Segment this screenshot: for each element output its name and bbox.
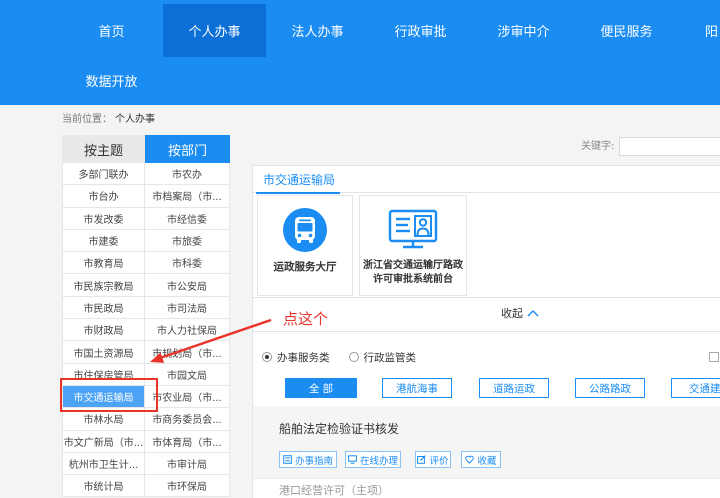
- department-item[interactable]: 市司法局: [145, 296, 230, 320]
- breadcrumb-label: 当前位置：: [62, 114, 112, 125]
- category-road-transport-button[interactable]: 道路运政: [479, 378, 549, 398]
- breadcrumb-current[interactable]: 个人办事: [115, 114, 155, 125]
- department-item[interactable]: 多部门联办: [63, 163, 145, 186]
- nav-item-personal-affairs[interactable]: 个人办事: [163, 4, 266, 57]
- app-label-line: 许可审批系统前台: [373, 274, 453, 285]
- list-item: 港口经营许可（主项）: [253, 478, 720, 498]
- main-panel: 市交通运输局 运政服务大厅 浙江省交通运输厅路政 许可审批系统前台 收起 办事服…: [252, 165, 720, 498]
- radio-label: 行政监管类: [363, 351, 417, 364]
- department-item[interactable]: 市台办: [63, 185, 145, 208]
- nav-item-convenience-services[interactable]: 便民服务: [575, 4, 678, 57]
- list-item: 船舶法定检验证书核发 办事指南 在线办理 评价 收藏: [253, 406, 720, 478]
- item-title[interactable]: 船舶法定检验证书核发: [279, 422, 399, 436]
- radio-supervision-type[interactable]: 行政监管类: [348, 350, 417, 365]
- collapse-toggle[interactable]: 收起: [501, 304, 539, 322]
- filter-area: 办事服务类 行政监管类 全 部 港航海事 道路运政 公路路政 交通建设: [253, 331, 720, 406]
- favorite-button[interactable]: 收藏: [461, 451, 501, 468]
- category-port-maritime-button[interactable]: 港航海事: [382, 378, 452, 398]
- nav-item-open-data[interactable]: 数据开放: [60, 57, 163, 103]
- department-item[interactable]: 市体育局（市...: [145, 430, 230, 453]
- department-item[interactable]: 市教育局: [63, 252, 145, 275]
- nav-item-home[interactable]: 首页: [60, 4, 163, 57]
- bus-icon: [283, 208, 327, 252]
- app-card-transport-service-hall[interactable]: 运政服务大厅: [257, 195, 353, 296]
- keyword-search-input[interactable]: [619, 137, 720, 156]
- department-item[interactable]: 市规划局（市...: [145, 341, 230, 364]
- collapse-label: 收起: [501, 307, 523, 320]
- department-list: 多部门联办 市农办 市台办 市档案局（市... 市发改委 市经信委 市建委 市旅…: [62, 163, 230, 498]
- tab-by-topic[interactable]: 按主题: [62, 135, 145, 163]
- action-label: 在线办理: [359, 455, 398, 467]
- radio-circle[interactable]: [262, 352, 272, 362]
- guide-button[interactable]: 办事指南: [279, 451, 337, 468]
- item-title[interactable]: 港口经营许可（主项）: [279, 484, 389, 498]
- item-actions: 办事指南 在线办理 评价 收藏: [279, 451, 509, 468]
- nav-row-primary: 首页 个人办事 法人办事 行政审批 涉审中介 便民服务 阳: [60, 4, 720, 57]
- action-label: 收藏: [477, 455, 497, 467]
- top-navigation: 首页 个人办事 法人办事 行政审批 涉审中介 便民服务 阳 数据开放: [0, 0, 720, 105]
- department-item[interactable]: 市科委: [145, 252, 230, 275]
- department-item[interactable]: 市民族宗教局: [63, 274, 145, 297]
- department-item[interactable]: 市建委: [63, 229, 145, 253]
- category-highway-admin-button[interactable]: 公路路政: [575, 378, 645, 398]
- annotation-highlight-box: [60, 378, 158, 412]
- department-item[interactable]: 市农办: [145, 163, 230, 186]
- department-item[interactable]: 市旅委: [145, 229, 230, 253]
- annotation-text: 点这个: [283, 310, 329, 328]
- department-item[interactable]: 市档案局（市...: [145, 185, 230, 208]
- nav-item-legal-person-affairs[interactable]: 法人办事: [266, 4, 369, 57]
- department-item[interactable]: 杭州市卫生计...: [63, 452, 145, 476]
- app-card-road-permit-system[interactable]: 浙江省交通运输厅路政 许可审批系统前台: [359, 195, 467, 296]
- app-label: 运政服务大厅: [273, 261, 337, 273]
- radio-circle[interactable]: [348, 352, 359, 362]
- radio-service-type[interactable]: 办事服务类: [262, 350, 330, 365]
- chevron-up-icon: [527, 310, 539, 317]
- department-item[interactable]: 市国土资源局: [63, 341, 145, 364]
- category-transport-construction-button[interactable]: 交通建设: [671, 378, 720, 398]
- department-item[interactable]: 市民政局: [63, 296, 145, 320]
- department-item[interactable]: 市文广新局（市...: [63, 430, 145, 453]
- department-item[interactable]: 市发改委: [63, 207, 145, 230]
- divider: [253, 297, 720, 298]
- keyword-label: 关键字:: [581, 141, 615, 152]
- panel-header: 市交通运输局: [253, 166, 720, 194]
- online-apply-button[interactable]: 在线办理: [345, 451, 401, 468]
- filter-checkbox[interactable]: [709, 352, 719, 362]
- nav-item-intermediary[interactable]: 涉审中介: [472, 4, 575, 57]
- service-type-radios: 办事服务类 行政监管类: [262, 347, 416, 367]
- tab-by-department[interactable]: 按部门: [145, 135, 230, 163]
- department-item[interactable]: 市财政局: [63, 319, 145, 342]
- evaluate-button[interactable]: 评价: [415, 451, 451, 468]
- guide-doc-icon: [283, 455, 292, 464]
- nav-item-admin-approval[interactable]: 行政审批: [369, 4, 472, 57]
- action-label: 办事指南: [294, 455, 333, 467]
- department-item[interactable]: 市统计局: [63, 475, 145, 498]
- action-label: 评价: [429, 455, 449, 467]
- sidebar-tabs: 按主题 按部门: [62, 135, 230, 163]
- online-monitor-icon: [348, 455, 357, 464]
- nav-row-secondary: 数据开放: [60, 57, 163, 103]
- department-item[interactable]: 市环保局: [145, 475, 230, 498]
- evaluate-edit-icon: [417, 455, 427, 464]
- department-sidebar: 按主题 按部门 多部门联办 市农办 市台办 市档案局（市... 市发改委 市经信…: [62, 135, 230, 498]
- department-item[interactable]: 市人力社保局: [145, 319, 230, 342]
- nav-item-truncated[interactable]: 阳: [678, 4, 720, 57]
- heart-icon: [465, 455, 475, 464]
- breadcrumb: 当前位置： 个人办事: [62, 113, 155, 127]
- department-item[interactable]: 市公安局: [145, 274, 230, 297]
- category-filter-row: 全 部 港航海事 道路运政 公路路政 交通建设: [253, 378, 720, 398]
- department-item[interactable]: 市经信委: [145, 207, 230, 230]
- department-item[interactable]: 市审计局: [145, 452, 230, 476]
- monitor-user-icon: [388, 209, 438, 249]
- app-label-line: 浙江省交通运输厅路政: [363, 260, 463, 271]
- tab-transport-bureau[interactable]: 市交通运输局: [256, 166, 340, 194]
- category-all-button[interactable]: 全 部: [285, 378, 357, 398]
- radio-label: 办事服务类: [277, 351, 330, 364]
